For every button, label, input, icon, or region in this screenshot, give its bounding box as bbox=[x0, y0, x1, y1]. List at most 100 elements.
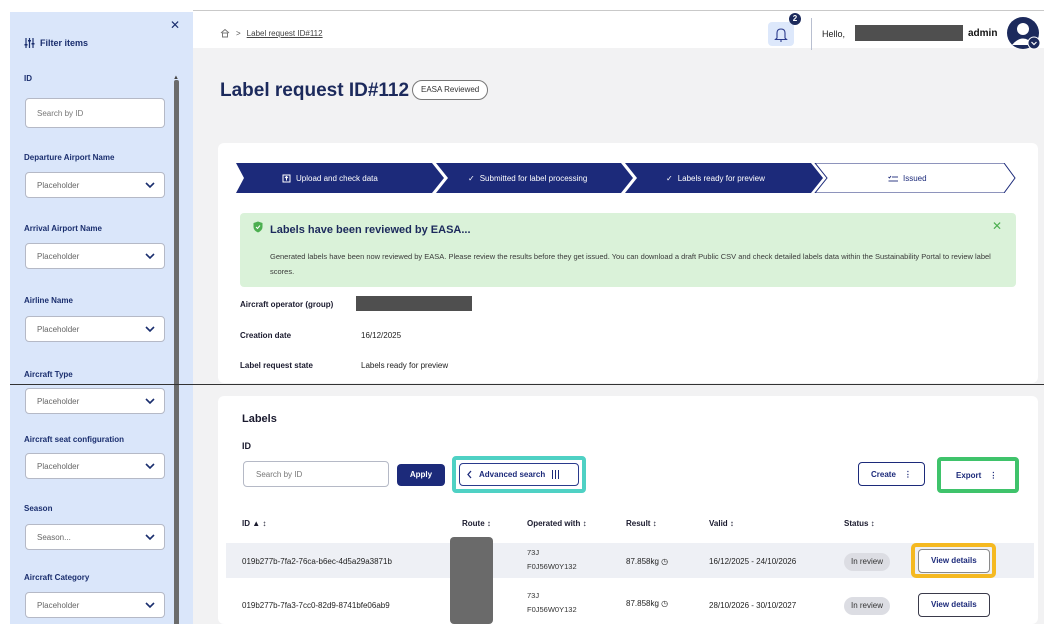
breadcrumb: > Label request ID#112 bbox=[220, 28, 323, 38]
aircraft-category-value: Placeholder bbox=[37, 600, 80, 610]
status-badge: In review bbox=[844, 597, 891, 615]
avatar[interactable] bbox=[1006, 16, 1042, 52]
column-route[interactable]: Route ↕ bbox=[462, 519, 491, 528]
list-check-icon bbox=[888, 175, 898, 181]
season-select[interactable]: Season... bbox=[25, 524, 165, 550]
column-id[interactable]: ID ▲ ↕ bbox=[242, 519, 266, 528]
creation-date-label: Creation date bbox=[240, 331, 292, 340]
view-details-button[interactable]: View details bbox=[918, 549, 990, 573]
review-alert: Labels have been reviewed by EASA... Gen… bbox=[240, 213, 1016, 287]
home-icon[interactable] bbox=[220, 28, 230, 38]
row-id: 019b277b-7fa2-76ca-b6ec-4d5a29a3871b bbox=[242, 557, 392, 566]
filter-title: Filter items bbox=[40, 38, 89, 48]
labels-search-input[interactable]: Search by ID bbox=[243, 461, 389, 487]
filter-sidebar: Filter items ✕ ▲ ID Search by ID Departu… bbox=[10, 12, 193, 624]
request-state-label: Label request state bbox=[240, 361, 313, 370]
bell-icon bbox=[774, 28, 788, 42]
column-operated-with[interactable]: Operated with ↕ bbox=[527, 519, 587, 528]
column-result[interactable]: Result ↕ bbox=[626, 519, 657, 528]
airline-value: Placeholder bbox=[37, 324, 80, 334]
check-icon: ✓ bbox=[666, 174, 673, 183]
progress-stepper: Upload and check data ✓ Submitted for la… bbox=[236, 162, 1016, 194]
row-operated-with: 73J F0J56W0Y132 bbox=[527, 546, 577, 574]
filter-header: Filter items bbox=[24, 38, 88, 48]
clock-icon: ◷ bbox=[661, 599, 669, 608]
chevron-down-icon bbox=[145, 602, 155, 609]
check-icon: ✓ bbox=[468, 174, 475, 183]
apply-button[interactable]: Apply bbox=[397, 464, 445, 486]
close-icon[interactable]: ✕ bbox=[992, 219, 1002, 233]
filter-label-id: ID bbox=[24, 74, 32, 83]
redacted-route bbox=[450, 537, 493, 624]
request-state-value: Labels ready for preview bbox=[361, 361, 449, 370]
greeting: Hello, bbox=[822, 29, 846, 39]
column-valid[interactable]: Valid ↕ bbox=[709, 519, 734, 528]
breadcrumb-link[interactable]: Label request ID#112 bbox=[247, 29, 323, 38]
aircraft-type-select[interactable]: Placeholder bbox=[25, 388, 165, 414]
view-details-button[interactable]: View details bbox=[918, 593, 990, 617]
chevron-down-icon bbox=[145, 534, 155, 541]
filter-label-arrival: Arrival Airport Name bbox=[24, 224, 102, 233]
chevron-down-icon bbox=[145, 253, 155, 260]
notifications-button[interactable] bbox=[768, 22, 794, 46]
upload-icon bbox=[282, 174, 291, 183]
seat-config-value: Placeholder bbox=[37, 461, 80, 471]
row-valid: 28/10/2026 - 30/10/2027 bbox=[709, 601, 797, 610]
breadcrumb-separator: > bbox=[236, 28, 241, 38]
chevron-down-icon bbox=[145, 326, 155, 333]
op-code: 73J bbox=[527, 591, 540, 600]
row-result: 87.858kg ◷ bbox=[626, 557, 668, 566]
chevron-down-icon bbox=[145, 398, 155, 405]
op-code: 73J bbox=[527, 548, 540, 557]
row-operated-with: 73J F0J56W0Y132 bbox=[527, 589, 577, 617]
top-border bbox=[193, 10, 1044, 11]
sliders-icon bbox=[552, 470, 560, 479]
create-label: Create bbox=[871, 469, 896, 479]
redacted-username bbox=[855, 25, 963, 41]
create-button[interactable]: Create ⋮ bbox=[858, 462, 925, 486]
advanced-search-label: Advanced search bbox=[479, 470, 546, 479]
step-upload: Upload and check data bbox=[282, 174, 378, 183]
row-id: 019b277b-7fa3-7cc0-82d9-8741bfe06ab9 bbox=[242, 601, 390, 610]
step-submitted: ✓ Submitted for label processing bbox=[468, 174, 587, 183]
season-value: Season... bbox=[37, 532, 71, 542]
chevron-left-icon bbox=[467, 470, 472, 479]
chevron-down-icon bbox=[145, 182, 155, 189]
screenshot-divider bbox=[10, 384, 1044, 385]
step-ready: ✓ Labels ready for preview bbox=[666, 174, 765, 183]
labels-id-label: ID bbox=[242, 441, 251, 451]
header-divider bbox=[811, 18, 812, 50]
creation-date-value: 16/12/2025 bbox=[361, 331, 402, 340]
page-title: Label request ID#112 bbox=[220, 80, 410, 101]
kebab-icon: ⋮ bbox=[903, 469, 912, 479]
export-label: Export bbox=[956, 470, 982, 480]
filter-label-seat-config: Aircraft seat configuration bbox=[24, 435, 125, 444]
departure-value: Placeholder bbox=[37, 180, 80, 190]
step-submitted-label: Submitted for label processing bbox=[479, 174, 588, 183]
row-result: 87.858kg ◷ bbox=[626, 599, 668, 608]
sliders-icon bbox=[24, 38, 35, 48]
departure-airport-select[interactable]: Placeholder bbox=[25, 172, 165, 198]
alert-message: Generated labels have been now reviewed … bbox=[270, 252, 991, 276]
seat-config-select[interactable]: Placeholder bbox=[25, 453, 165, 479]
aircraft-category-select[interactable]: Placeholder bbox=[25, 592, 165, 618]
notification-badge: 2 bbox=[789, 13, 801, 25]
sidebar-scrollbar[interactable] bbox=[174, 80, 179, 624]
export-button[interactable]: Export ⋮ bbox=[944, 463, 1010, 487]
clock-icon: ◷ bbox=[661, 557, 669, 566]
advanced-search-button[interactable]: Advanced search bbox=[459, 463, 579, 486]
alert-title: Labels have been reviewed by EASA... bbox=[270, 224, 471, 236]
arrival-value: Placeholder bbox=[37, 251, 80, 261]
operator-label: Aircraft operator (group) bbox=[240, 300, 334, 309]
redacted-operator bbox=[356, 296, 472, 311]
kebab-icon: ⋮ bbox=[989, 470, 998, 480]
filter-label-aircraft-type: Aircraft Type bbox=[24, 370, 73, 379]
column-status[interactable]: Status ↕ bbox=[844, 519, 875, 528]
id-search-input[interactable]: Search by ID bbox=[25, 98, 165, 128]
airline-select[interactable]: Placeholder bbox=[25, 316, 165, 342]
row-valid: 16/12/2025 - 24/10/2026 bbox=[709, 557, 797, 566]
arrival-airport-select[interactable]: Placeholder bbox=[25, 243, 165, 269]
step-issued-label: Issued bbox=[903, 174, 927, 183]
aircraft-type-value: Placeholder bbox=[37, 396, 80, 406]
close-icon[interactable]: ✕ bbox=[170, 18, 180, 32]
